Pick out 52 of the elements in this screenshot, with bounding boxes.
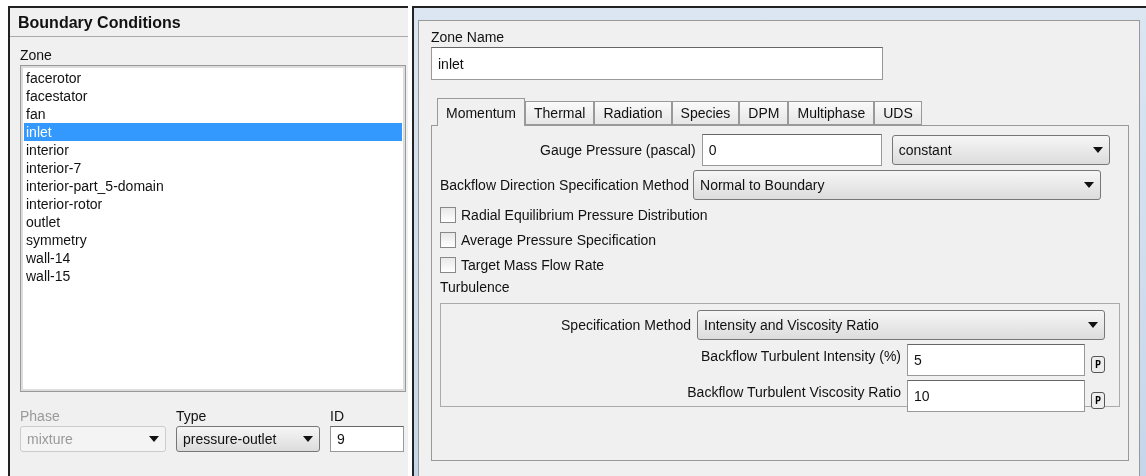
tab[interactable]: Radiation	[594, 101, 672, 125]
checkbox-label: Radial Equilibrium Pressure Distribution	[461, 206, 708, 223]
specification-method-label: Specification Method	[561, 317, 691, 333]
turbulence-field[interactable]: 10	[907, 380, 1085, 412]
caret-icon	[1092, 147, 1103, 153]
tab[interactable]: Multiphase	[788, 101, 875, 125]
caret-icon	[1084, 182, 1094, 188]
id-field[interactable]: 9	[330, 426, 404, 452]
caret-icon	[303, 436, 313, 442]
zone-name-field[interactable]: inlet	[431, 47, 883, 80]
caret-icon	[149, 436, 159, 442]
checkbox[interactable]	[440, 256, 456, 273]
tab[interactable]: Thermal	[525, 101, 595, 125]
zone-item[interactable]: outlet	[24, 213, 402, 231]
parameter-button[interactable]: P	[1091, 392, 1105, 409]
zone-item[interactable]: interior-part_5-domain	[24, 177, 402, 195]
parameter-button[interactable]: P	[1091, 356, 1105, 373]
caret-icon	[1088, 322, 1098, 328]
zone-item[interactable]: wall-15	[24, 267, 402, 285]
specification-method-dropdown[interactable]: Intensity and Viscosity Ratio	[697, 310, 1105, 340]
backflow-direction-dropdown[interactable]: Normal to Boundary	[693, 170, 1101, 200]
zone-item[interactable]: symmetry	[24, 231, 402, 249]
turbulence-field[interactable]: 5	[907, 344, 1085, 376]
zone-item[interactable]: wall-14	[24, 249, 402, 267]
profile-dropdown[interactable]: constant	[891, 135, 1110, 165]
tab[interactable]: Momentum	[437, 98, 526, 126]
checkbox-label: Target Mass Flow Rate	[461, 256, 605, 273]
turbulence-label: Turbulence	[440, 279, 511, 295]
tab[interactable]: Species	[671, 101, 740, 125]
zone-item[interactable]: interior-rotor	[24, 195, 402, 213]
tab[interactable]: UDS	[874, 101, 922, 125]
type-label: Type	[176, 408, 208, 424]
panel-title: Boundary Conditions	[10, 8, 408, 37]
checkbox-label: Average Pressure Specification	[461, 231, 657, 248]
id-label: ID	[330, 408, 345, 424]
type-dropdown[interactable]: pressure-outlet	[176, 426, 320, 452]
zone-item[interactable]: interior-7	[24, 159, 402, 177]
zone-item[interactable]: facerotor	[24, 69, 402, 87]
zone-name-label: Zone Name	[431, 29, 506, 45]
gauge-pressure-label: Gauge Pressure (pascal)	[540, 142, 696, 158]
checkbox[interactable]	[440, 206, 456, 223]
zone-item[interactable]: fan	[24, 105, 402, 123]
zone-item[interactable]: facestator	[24, 87, 402, 105]
tab[interactable]: DPM	[739, 101, 789, 125]
turbulence-field-label: Backflow Turbulent Intensity (%)	[701, 348, 901, 364]
gauge-pressure-field[interactable]: 0	[701, 134, 882, 166]
zone-item[interactable]: interior	[24, 141, 402, 159]
phase-label: Phase	[20, 408, 61, 424]
turbulence-field-label: Backflow Turbulent Viscosity Ratio	[687, 384, 901, 400]
backflow-direction-label: Backflow Direction Specification Method	[440, 177, 689, 193]
zone-label: Zone	[19, 46, 53, 63]
checkbox[interactable]	[440, 231, 456, 248]
